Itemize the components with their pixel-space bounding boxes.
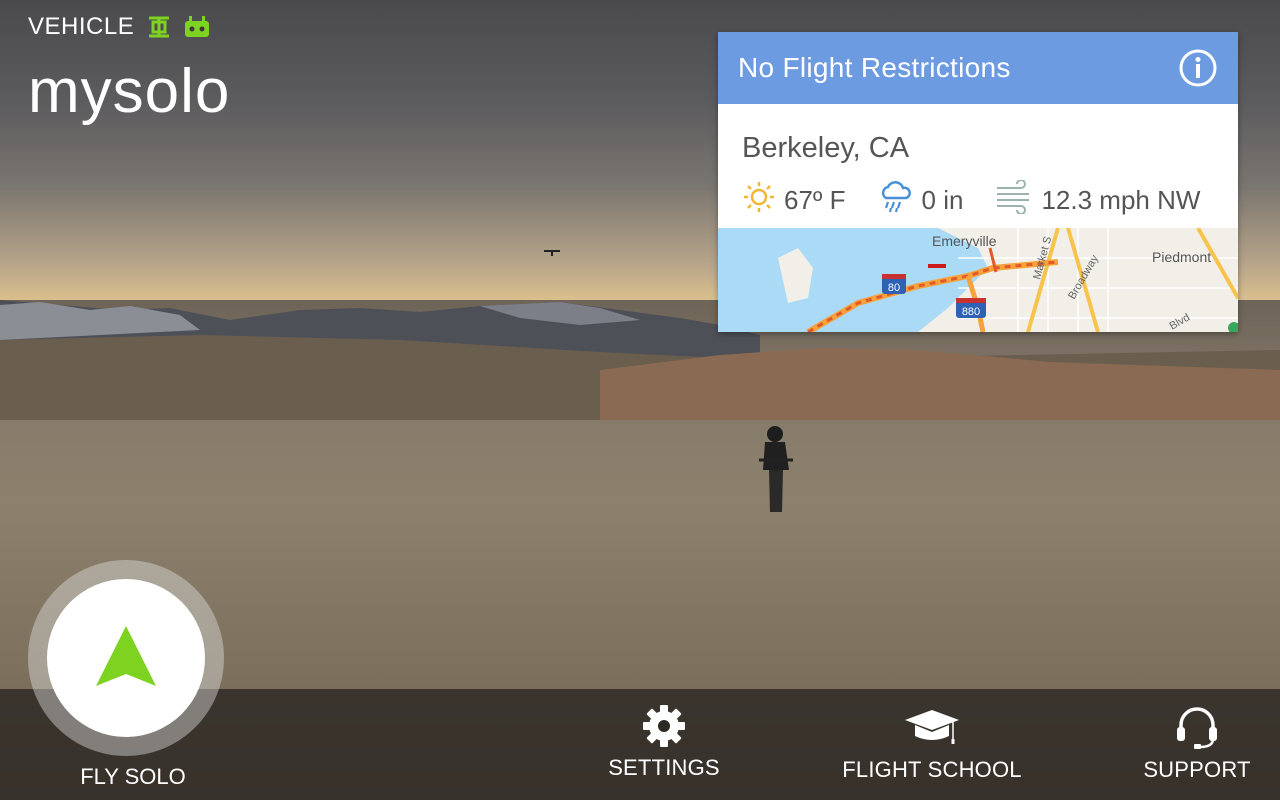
graduation-cap-icon [903, 705, 961, 751]
wind-icon [995, 179, 1033, 221]
location-name: Berkeley, CA [742, 132, 910, 164]
info-icon[interactable] [1178, 48, 1218, 88]
precipitation-item: 0 in [878, 180, 964, 221]
gear-icon [642, 703, 686, 749]
nav-support-label: SUPPORT [1143, 757, 1251, 782]
interstate-80-shield: 80 [882, 274, 906, 294]
vehicle-status-label: VEHICLE [28, 13, 135, 40]
navigation-arrow-icon [94, 624, 158, 693]
weather-row: 67º F 0 in 12.3 mph NW [742, 179, 1232, 221]
temperature-item: 67º F [742, 180, 846, 221]
temperature-value: 67º F [784, 185, 846, 215]
nav-support[interactable]: SUPPORT [1138, 705, 1256, 783]
dirt-bike-rider [759, 426, 793, 512]
brand-title: mysolo [28, 57, 231, 126]
drone-in-sky [544, 250, 560, 256]
sun-icon [742, 180, 776, 221]
map-label-piedmont: Piedmont [1152, 249, 1211, 265]
headset-icon [1174, 705, 1220, 751]
fly-solo-label[interactable]: FLY SOLO [68, 764, 198, 790]
flight-info-card: No Flight Restrictions Berkeley, CA 67º … [718, 32, 1238, 332]
fly-solo-button[interactable] [47, 579, 205, 737]
nav-flight-school[interactable]: FLIGHT SCHOOL [840, 705, 1024, 783]
interstate-80-label: 80 [888, 282, 900, 294]
nav-settings-label: SETTINGS [608, 755, 720, 780]
interstate-880-label: 880 [962, 306, 980, 318]
location-map[interactable]: 80 880 Emeryville Piedmont Market S Broa… [718, 228, 1238, 332]
wind-item: 12.3 mph NW [995, 179, 1201, 221]
map-label-emeryville: Emeryville [932, 233, 997, 249]
controller-icon [184, 14, 210, 40]
flight-restrictions-title: No Flight Restrictions [738, 52, 1011, 83]
nav-settings[interactable]: SETTINGS [600, 703, 728, 781]
nav-flight-school-label: FLIGHT SCHOOL [842, 757, 1022, 782]
flight-card-header: No Flight Restrictions [718, 32, 1238, 104]
precipitation-value: 0 in [921, 185, 964, 215]
vehicle-status: VEHICLE [28, 13, 210, 41]
interstate-880-shield: 880 [956, 298, 986, 318]
rain-cloud-icon [878, 180, 914, 221]
wind-value: 12.3 mph NW [1041, 185, 1201, 215]
drone-icon [146, 14, 172, 40]
